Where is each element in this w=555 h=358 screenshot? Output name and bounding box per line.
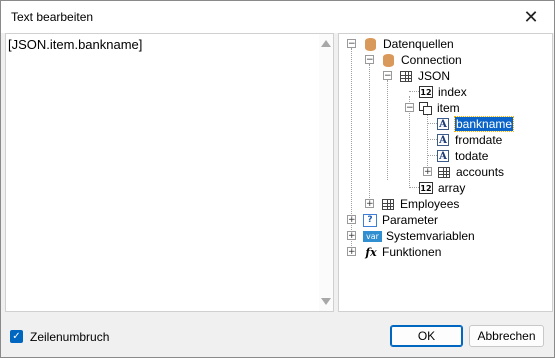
object-icon (419, 102, 432, 115)
tree-line (409, 91, 419, 92)
tree-line (409, 187, 419, 188)
tree-line (427, 123, 437, 124)
tree-node-connection[interactable]: Connection (381, 52, 462, 68)
tree-node-label: fromdate (455, 133, 503, 147)
expand-toggle[interactable]: + (347, 215, 356, 225)
editor-scrollbar[interactable] (319, 34, 333, 311)
database-icon (365, 37, 376, 51)
tree-node-accounts[interactable]: accounts (437, 164, 504, 180)
tree-node-label: Connection (401, 53, 462, 67)
tree-node-parameter[interactable]: ? Parameter (363, 212, 438, 228)
tree-node-index[interactable]: 12 index (419, 84, 467, 100)
tree-line (427, 155, 437, 156)
table-icon (382, 198, 394, 210)
tree-node-datasources[interactable]: Datenquellen (363, 36, 454, 52)
data-tree[interactable]: − Datenquellen − Connection − JSON 12 in… (338, 33, 553, 312)
tree-node-array[interactable]: 12 array (419, 180, 465, 196)
table-icon (438, 166, 450, 178)
tree-node-label: Systemvariablen (386, 229, 475, 243)
tree-node-label: Datenquellen (383, 37, 454, 51)
tree-line (387, 80, 388, 180)
tree-node-todate[interactable]: A todate (437, 148, 488, 164)
database-icon (383, 53, 394, 67)
number-field-icon: 12 (419, 182, 433, 194)
parameter-icon: ? (363, 213, 377, 227)
text-field-icon: A (437, 134, 449, 146)
scroll-up-arrow-icon[interactable] (321, 40, 331, 47)
tree-line (369, 64, 370, 204)
tree-node-employees[interactable]: Employees (381, 196, 459, 212)
tree-node-functions[interactable]: fx Funktionen (363, 244, 441, 260)
dialog-window: Text bearbeiten ✕ [JSON.item.bankname] −… (0, 0, 555, 358)
tree-node-systemvariables[interactable]: var Systemvariablen (363, 228, 475, 244)
ok-button[interactable]: OK (390, 325, 463, 347)
collapse-toggle[interactable]: − (405, 103, 414, 113)
text-field-icon: A (437, 150, 449, 162)
tree-node-json[interactable]: JSON (399, 68, 450, 84)
scroll-down-arrow-icon[interactable] (321, 298, 331, 305)
cancel-button[interactable]: Abbrechen (469, 325, 544, 347)
tree-node-label-selected: bankname (453, 116, 515, 132)
tree-node-label: Funktionen (382, 245, 442, 259)
tree-node-label: todate (455, 149, 489, 163)
tree-node-label: Parameter (382, 213, 439, 227)
tree-line (427, 112, 428, 172)
tree-node-label: JSON (418, 69, 451, 83)
close-icon[interactable]: ✕ (508, 1, 554, 33)
text-editor[interactable]: [JSON.item.bankname] (5, 33, 334, 312)
collapse-toggle[interactable]: − (383, 71, 392, 81)
tree-node-bankname[interactable]: A bankname (437, 116, 515, 132)
editor-content[interactable]: [JSON.item.bankname] (8, 37, 142, 52)
tree-line (427, 139, 437, 140)
collapse-toggle[interactable]: − (365, 55, 374, 65)
tree-node-label: Employees (400, 197, 460, 211)
expand-toggle[interactable]: + (347, 231, 356, 241)
title-bar: Text bearbeiten ✕ (1, 1, 554, 33)
expand-toggle[interactable]: + (423, 167, 432, 177)
wordwrap-label: Zeilenumbruch (30, 330, 110, 344)
tree-node-label: accounts (456, 165, 505, 179)
wordwrap-checkbox[interactable]: ✓ (10, 330, 23, 343)
tree-node-label: index (438, 85, 467, 99)
expand-toggle[interactable]: + (347, 247, 356, 257)
expand-toggle[interactable]: + (365, 199, 374, 209)
tree-node-item[interactable]: item (419, 100, 460, 116)
tree-node-label: item (437, 101, 460, 115)
variable-icon: var (363, 230, 382, 242)
collapse-toggle[interactable]: − (347, 39, 356, 49)
function-icon: fx (365, 245, 377, 259)
tree-node-label: array (438, 181, 466, 195)
table-icon (400, 70, 412, 82)
dialog-title: Text bearbeiten (11, 10, 94, 24)
number-field-icon: 12 (419, 86, 433, 98)
text-field-icon: A (437, 118, 449, 130)
tree-node-fromdate[interactable]: A fromdate (437, 132, 502, 148)
